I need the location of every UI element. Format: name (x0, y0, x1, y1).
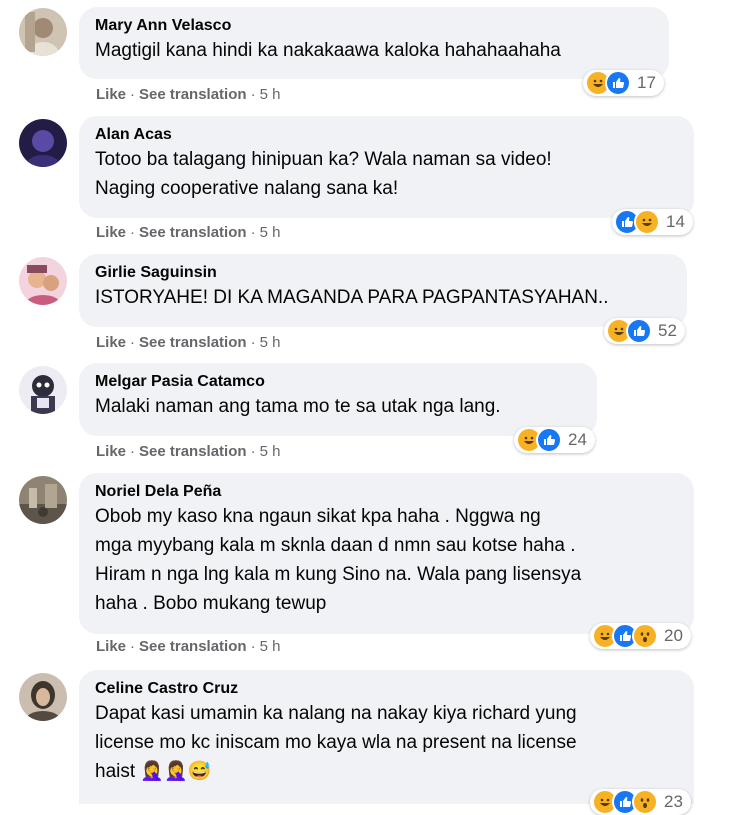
comment-text-line: Malaki naman ang tama mo te sa utak nga … (95, 396, 501, 417)
reaction-summary[interactable]: 52 (604, 318, 685, 344)
like-link[interactable]: Like (96, 86, 126, 103)
like-reaction-icon (536, 427, 562, 453)
facepalm-emoji: 🤦‍♀️ (164, 761, 188, 782)
see-translation-link[interactable]: See translation (139, 334, 247, 351)
comment-text-line: Dapat kasi umamin ka nalang na nakay kiy… (95, 703, 577, 724)
timestamp[interactable]: 5 h (260, 443, 281, 460)
comment-actions: Like · See translation · 5 h (96, 224, 280, 241)
comment-author[interactable]: Alan Acas (95, 125, 680, 145)
comment-text-line: haist 🤦‍♀️🤦‍♀️😅 (95, 757, 680, 786)
like-reaction-icon (605, 70, 631, 96)
sweat-smile-emoji: 😅 (187, 761, 212, 782)
avatar[interactable] (19, 673, 67, 721)
like-reaction-icon (626, 318, 652, 344)
separator: · (250, 334, 256, 351)
comment-bubble: Melgar Pasia Catamco Malaki naman ang ta… (79, 363, 597, 436)
comment-author[interactable]: Noriel Dela Peña (95, 482, 680, 502)
comment-bubble: Celine Castro Cruz Dapat kasi umamin ka … (79, 670, 694, 804)
reaction-summary[interactable]: 24 (514, 427, 595, 453)
wow-reaction-icon (632, 789, 658, 815)
comment-author[interactable]: Celine Castro Cruz (95, 679, 680, 699)
like-link[interactable]: Like (96, 443, 126, 460)
reaction-count: 23 (664, 792, 683, 811)
see-translation-link[interactable]: See translation (139, 638, 247, 655)
timestamp[interactable]: 5 h (260, 334, 281, 351)
comment-text-word: haist (95, 761, 136, 782)
comment-text-line: Hiram n nga lng kala m kung Sino na. Wal… (95, 564, 582, 585)
comment-bubble: Girlie Saguinsin ISTORYAHE! DI KA MAGAND… (79, 254, 687, 327)
avatar[interactable] (19, 119, 67, 167)
comment-text-line: Totoo ba talagang hinipuan ka? Wala nama… (95, 149, 552, 170)
avatar[interactable] (19, 476, 67, 524)
comment-text: Magtigil kana hindi ka nakakaawa kaloka … (95, 36, 655, 65)
comment-text-line: mga myybang kala m sknla daan d nmn sau … (95, 535, 576, 556)
separator: · (130, 224, 136, 241)
separator: · (250, 224, 256, 241)
reaction-count: 52 (658, 321, 677, 340)
comment-text: Totoo ba talagang hinipuan ka? Wala nama… (95, 145, 680, 203)
reaction-count: 17 (637, 73, 656, 92)
comment-text-line: Magtigil kana hindi ka nakakaawa kaloka … (95, 40, 561, 61)
separator: · (250, 443, 256, 460)
comment-text-line: license mo kc iniscam mo kaya wla na pre… (95, 732, 577, 753)
comment-text-line: Naging cooperative nalang sana ka! (95, 178, 399, 199)
see-translation-link[interactable]: See translation (139, 443, 247, 460)
like-link[interactable]: Like (96, 638, 126, 655)
reaction-count: 24 (568, 430, 587, 449)
avatar[interactable] (19, 8, 67, 56)
comment-bubble: Noriel Dela Peña Obob my kaso kna ngaun … (79, 473, 694, 634)
reaction-count: 14 (666, 212, 685, 231)
like-link[interactable]: Like (96, 334, 126, 351)
haha-reaction-icon (634, 209, 660, 235)
timestamp[interactable]: 5 h (260, 86, 281, 103)
separator: · (250, 86, 256, 103)
comment-actions: Like · See translation · 5 h (96, 334, 280, 351)
comment-text-line: haha . Bobo mukang tewup (95, 593, 327, 614)
separator: · (130, 86, 136, 103)
comment-text: Obob my kaso kna ngaun sikat kpa haha . … (95, 502, 680, 618)
comment-author[interactable]: Girlie Saguinsin (95, 263, 673, 283)
timestamp[interactable]: 5 h (260, 224, 281, 241)
comment-actions: Like · See translation · 5 h (96, 86, 280, 103)
reaction-summary[interactable]: 23 (590, 789, 691, 815)
comment-bubble: Mary Ann Velasco Magtigil kana hindi ka … (79, 7, 669, 79)
separator: · (250, 638, 256, 655)
reaction-summary[interactable]: 20 (590, 623, 691, 649)
comment-bubble: Alan Acas Totoo ba talagang hinipuan ka?… (79, 116, 694, 218)
separator: · (130, 443, 136, 460)
comment-text: Dapat kasi umamin ka nalang na nakay kiy… (95, 699, 680, 786)
reaction-count: 20 (664, 626, 683, 645)
reaction-summary[interactable]: 17 (583, 70, 664, 96)
comment-actions: Like · See translation · 5 h (96, 638, 280, 655)
see-translation-link[interactable]: See translation (139, 86, 247, 103)
comment-text: Malaki naman ang tama mo te sa utak nga … (95, 392, 583, 421)
reaction-summary[interactable]: 14 (612, 209, 693, 235)
wow-reaction-icon (632, 623, 658, 649)
separator: · (130, 638, 136, 655)
comment-author[interactable]: Melgar Pasia Catamco (95, 372, 583, 392)
avatar[interactable] (19, 366, 67, 414)
avatar[interactable] (19, 257, 67, 305)
comment-actions: Like · See translation · 5 h (96, 443, 280, 460)
see-translation-link[interactable]: See translation (139, 224, 247, 241)
comment-text-line: ISTORYAHE! DI KA MAGANDA PARA PAGPANTASY… (95, 287, 609, 308)
comment-text-line: Obob my kaso kna ngaun sikat kpa haha . … (95, 506, 541, 527)
like-link[interactable]: Like (96, 224, 126, 241)
comment-text: ISTORYAHE! DI KA MAGANDA PARA PAGPANTASY… (95, 283, 673, 312)
separator: · (130, 334, 136, 351)
comment-author[interactable]: Mary Ann Velasco (95, 16, 655, 36)
facepalm-emoji: 🤦‍♀️ (140, 761, 165, 782)
timestamp[interactable]: 5 h (260, 638, 281, 655)
